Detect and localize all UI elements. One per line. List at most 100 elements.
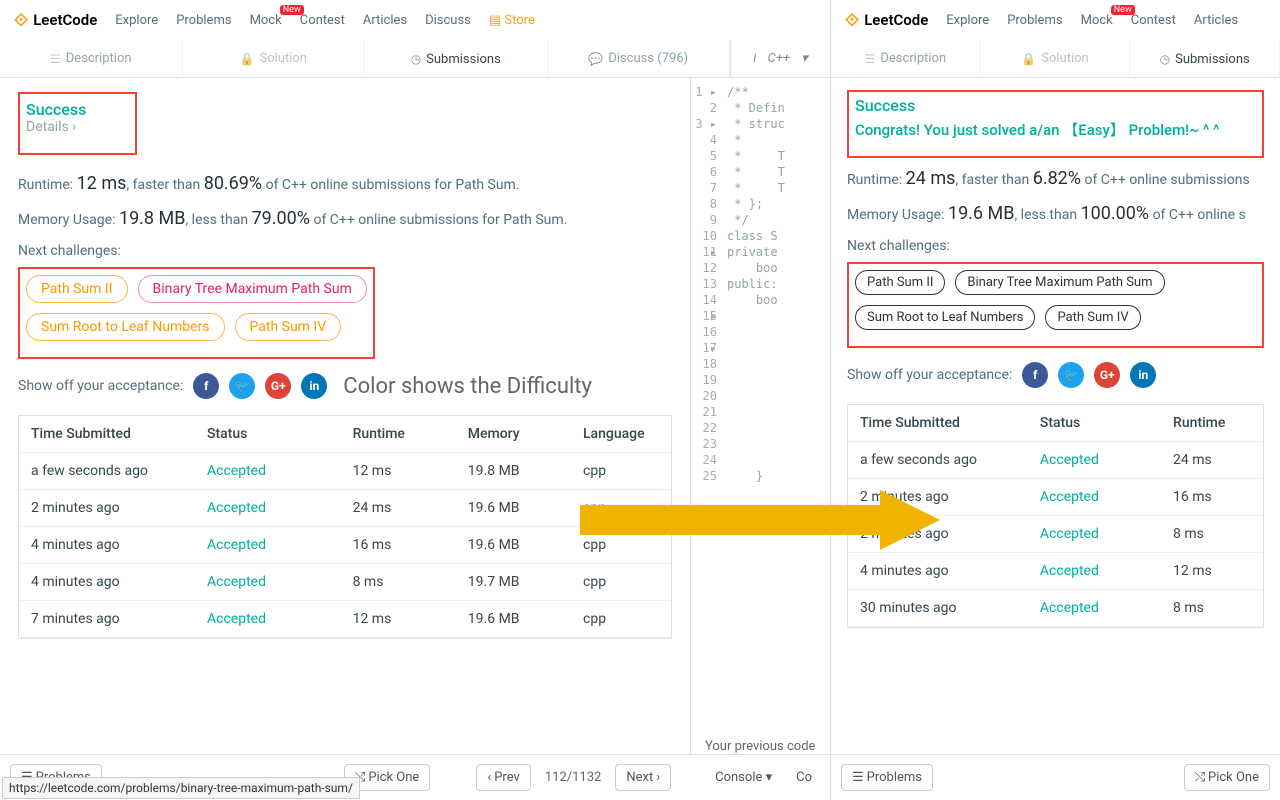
lock-icon: 🔒 [240,52,255,66]
challenges-row: Path Sum II Binary Tree Maximum Path Sum [26,275,367,303]
logo[interactable]: ⟐LeetCode [845,10,928,31]
col-status: Status [1028,405,1161,441]
challenge-pill[interactable]: Sum Root to Leaf Numbers [26,313,225,341]
table-row[interactable]: 4 minutes agoAccepted8 ms19.7 MBcpp [19,564,671,601]
logo-icon: ⟐ [14,10,28,31]
clock-icon: ◷ [1160,52,1170,66]
console-toggle[interactable]: Console ▾ [707,770,780,785]
tab-solution[interactable]: 🔒Solution [183,40,366,77]
linkedin-icon[interactable]: in [1130,362,1156,388]
problem-tabs: ☰Description 🔒Solution ◷Submissions 💬Dis… [0,40,830,78]
code-body: /** * Defin * struc * * T * T * T * }; *… [723,78,785,754]
googleplus-icon[interactable]: G+ [265,373,291,399]
nav-link-explore[interactable]: Explore [115,13,158,28]
tab-submissions[interactable]: ◷Submissions [365,40,548,77]
table-row[interactable]: a few seconds agoAccepted24 ms [848,442,1263,479]
nav-link-explore[interactable]: Explore [946,13,989,28]
success-label: Success [855,96,1256,115]
chevron-right-icon: › [72,119,76,135]
table-row[interactable]: 7 minutes agoAccepted12 ms19.6 MBcpp [19,601,671,638]
navbar-right: ⟐LeetCode Explore Problems MockNew Conte… [831,0,1280,40]
clock-icon: ◷ [411,52,421,66]
line-gutter: 1 ▸23 ▸45678910 ▸11121314 ▸1516 ▸1718192… [691,78,723,754]
col-time: Time Submitted [19,416,195,452]
next-challenges-label: Next challenges: [847,238,1264,254]
footer-right: ☰ Problems ⤭ Pick One [831,754,1280,800]
annotation-caption: Color shows the Difficulty [343,374,592,399]
shuffle-icon: ⤭ [1195,770,1205,785]
url-tooltip: https://leetcode.com/problems/binary-tre… [2,777,360,799]
challenge-pill[interactable]: Path Sum IV [1045,305,1140,330]
challenge-pill[interactable]: Binary Tree Maximum Path Sum [138,275,367,303]
challenge-pill[interactable]: Path Sum II [855,270,945,295]
table-row[interactable]: 4 minutes agoAccepted16 ms19.6 MBcpp [19,527,671,564]
success-label: Success [26,100,86,119]
runtime-line: Runtime: 12 ms, faster than 80.69% of C+… [18,173,672,194]
challenge-pill[interactable]: Path Sum II [26,275,128,303]
page-indicator: 112/1132 [539,770,608,785]
nav-link-contest[interactable]: Contest [1131,13,1176,28]
table-row[interactable]: 30 minutes agoAccepted8 ms [848,590,1263,627]
next-challenges-label: Next challenges: [18,243,672,259]
navbar-left: ⟐LeetCode Explore Problems MockNew Conte… [0,0,830,40]
table-row[interactable]: 4 minutes agoAccepted12 ms [848,553,1263,590]
twitter-icon[interactable]: 🐦 [229,373,255,399]
logo-icon: ⟐ [845,10,859,31]
facebook-icon[interactable]: f [193,373,219,399]
chevron-right-icon: › [656,770,660,785]
col-status: Status [195,416,341,452]
congrats-message: Congrats! You just solved a/an 【Easy】 Pr… [855,119,1256,140]
submissions-table: Time Submitted Status Runtime Memory Lan… [18,415,672,639]
previous-code-label: Your previous code [705,739,815,754]
next-button[interactable]: Next › [615,764,671,791]
nav-link-discuss[interactable]: Discuss [425,13,471,28]
store-icon: ▤ [489,13,501,28]
memory-line: Memory Usage: 19.6 MB, less than 100.00%… [847,203,1264,224]
chevron-left-icon: ‹ [487,770,491,785]
col-memory: Memory [456,416,571,452]
problem-tabs-right: ☰Description 🔒Solution ◷Submissions [831,40,1280,78]
nav-link-store[interactable]: ▤ Store [489,13,535,28]
problems-button[interactable]: ☰ Problems [841,764,933,791]
tab-solution[interactable]: 🔒Solution [981,40,1131,77]
googleplus-icon[interactable]: G+ [1094,362,1120,388]
tab-submissions[interactable]: ◷Submissions [1130,40,1280,77]
language-select[interactable]: i C++ ▾ [730,40,830,77]
nav-link-mock[interactable]: MockNew [1081,13,1113,28]
table-row[interactable]: a few seconds agoAccepted12 ms19.8 MBcpp [19,453,671,490]
col-runtime: Runtime [341,416,456,452]
col-language: Language [571,416,671,452]
nav-link-problems[interactable]: Problems [176,13,231,28]
tab-description[interactable]: ☰Description [0,40,183,77]
facebook-icon[interactable]: f [1022,362,1048,388]
list-icon: ☰ [852,770,864,785]
details-link[interactable]: Details › [26,119,99,135]
linkedin-icon[interactable]: in [301,373,327,399]
prev-button[interactable]: ‹ Prev [476,764,531,791]
pick-one-button[interactable]: ⤭ Pick One [1184,764,1270,791]
nav-link-articles[interactable]: Articles [1194,13,1238,28]
code-editor[interactable]: 1 ▸23 ▸45678910 ▸11121314 ▸1516 ▸1718192… [690,78,830,754]
tab-discuss[interactable]: 💬Discuss (796) [548,40,731,77]
discuss-icon: 💬 [588,52,603,66]
tab-description[interactable]: ☰Description [831,40,981,77]
twitter-icon[interactable]: 🐦 [1058,362,1084,388]
nav-link-mock[interactable]: MockNew [250,13,282,28]
chevron-down-icon: ▾ [801,51,808,66]
showoff-label: Show off your acceptance: [18,378,183,394]
description-icon: ☰ [50,52,61,66]
memory-line: Memory Usage: 19.8 MB, less than 79.00% … [18,208,672,229]
logo[interactable]: ⟐LeetCode [14,10,97,31]
nav-link-articles[interactable]: Articles [363,13,407,28]
runtime-line: Runtime: 24 ms, faster than 6.82% of C++… [847,168,1264,189]
annotation-arrow [580,490,940,550]
nav-link-contest[interactable]: Contest [300,13,345,28]
co-link[interactable]: Co [788,770,820,785]
challenge-pill[interactable]: Sum Root to Leaf Numbers [855,305,1035,330]
challenge-pill[interactable]: Path Sum IV [235,313,342,341]
table-row[interactable]: 2 minutes agoAccepted24 ms19.6 MBcpp [19,490,671,527]
challenge-pill[interactable]: Binary Tree Maximum Path Sum [955,270,1164,295]
col-runtime: Runtime [1161,405,1263,441]
col-time: Time Submitted [848,405,1028,441]
nav-link-problems[interactable]: Problems [1007,13,1062,28]
